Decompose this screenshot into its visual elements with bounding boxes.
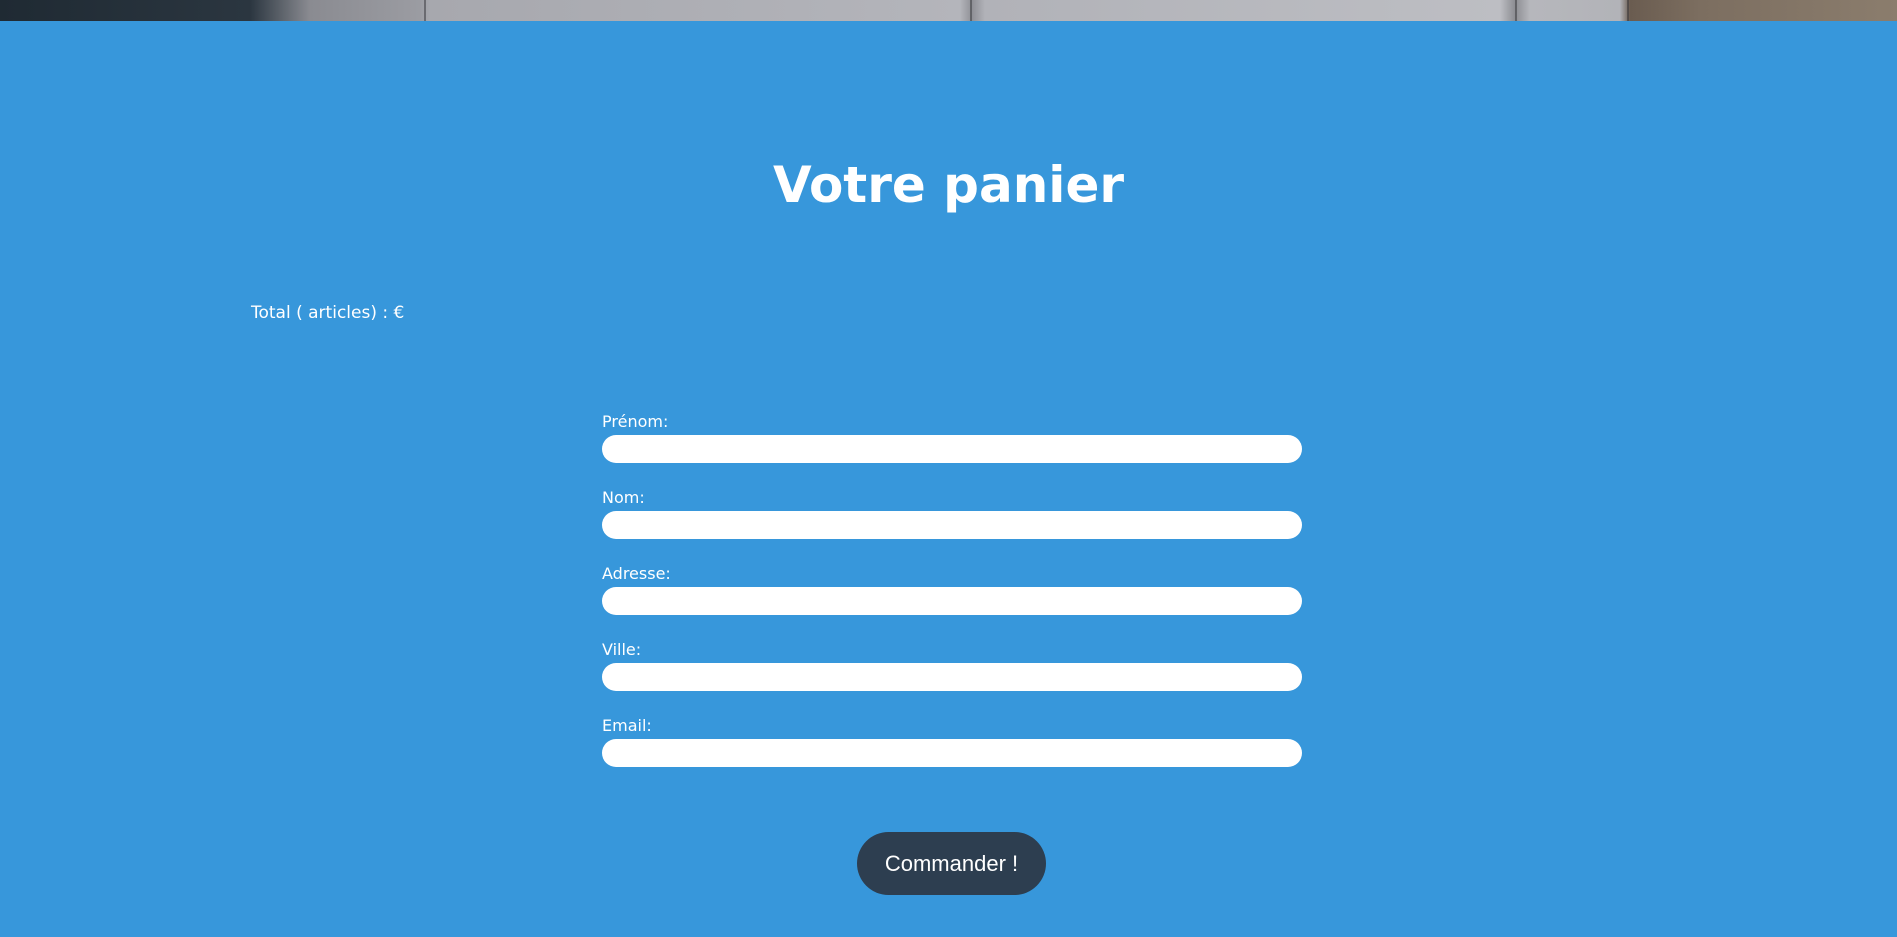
adresse-input[interactable]	[602, 587, 1302, 615]
email-input[interactable]	[602, 739, 1302, 767]
field-group-ville: Ville:	[602, 640, 1302, 716]
ville-label: Ville:	[602, 640, 642, 659]
adresse-label: Adresse:	[602, 564, 671, 583]
field-group-prenom: Prénom:	[602, 412, 1302, 488]
page-title: Votre panier	[772, 156, 1125, 214]
ville-input[interactable]	[602, 663, 1302, 691]
field-group-email: Email:	[602, 716, 1302, 792]
cart-total: Total ( articles) : €	[251, 303, 405, 323]
prenom-label: Prénom:	[602, 412, 669, 431]
order-form: Prénom: Nom: Adresse: Ville: Email:	[602, 412, 1302, 792]
nom-label: Nom:	[602, 488, 645, 507]
field-group-nom: Nom:	[602, 488, 1302, 564]
field-group-adresse: Adresse:	[602, 564, 1302, 640]
email-label: Email:	[602, 716, 652, 735]
order-submit-button[interactable]: Commander !	[857, 832, 1046, 895]
hero-image-strip	[0, 0, 1897, 21]
prenom-input[interactable]	[602, 435, 1302, 463]
nom-input[interactable]	[602, 511, 1302, 539]
